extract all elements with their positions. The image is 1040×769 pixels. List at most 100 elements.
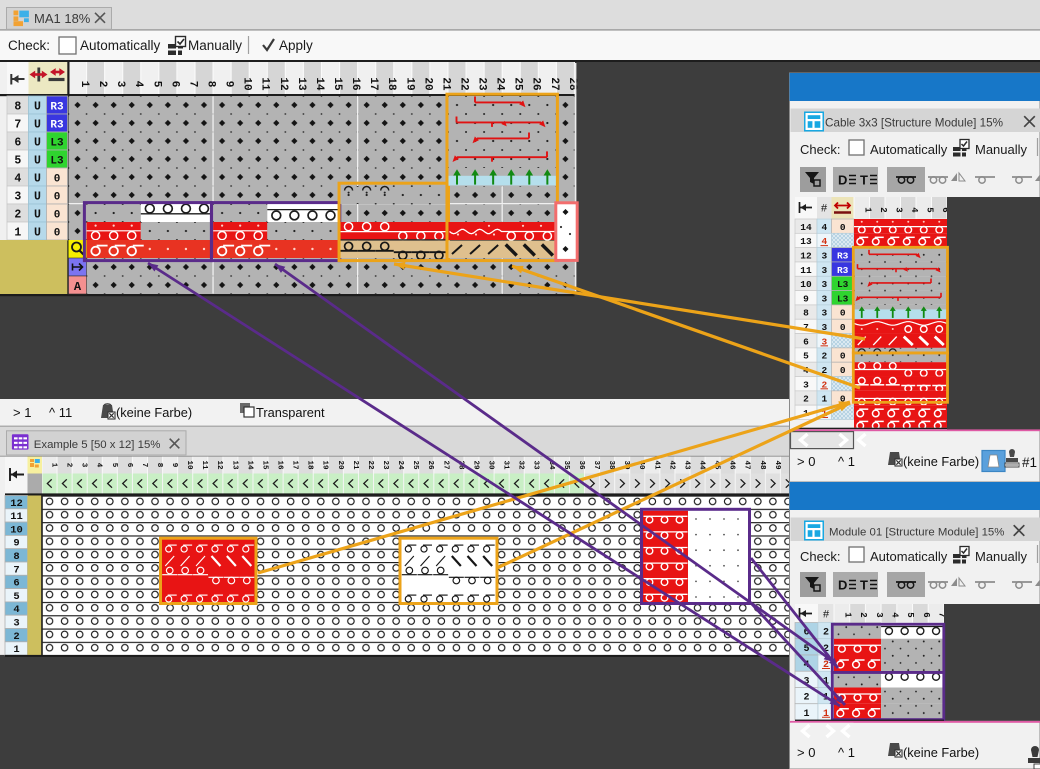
svg-text:U: U [34,209,41,222]
svg-text:^ 1: ^ 1 [838,454,855,469]
svg-text:2: 2 [858,612,868,617]
svg-text:3: 3 [14,191,21,204]
svg-text:8: 8 [13,551,19,563]
svg-text:Manually: Manually [975,142,1028,157]
svg-text:6: 6 [14,137,21,150]
svg-text:5: 5 [803,351,809,362]
svg-text:3: 3 [803,379,809,390]
svg-text:0: 0 [840,322,846,333]
svg-text:D: D [838,173,847,188]
svg-text:T: T [860,578,868,593]
svg-text:47: 47 [743,460,751,470]
svg-text:5: 5 [905,612,915,617]
svg-text:U: U [34,227,41,240]
svg-text:0: 0 [840,308,846,319]
svg-text:6: 6 [13,578,19,590]
svg-text:9: 9 [170,463,178,468]
svg-text:41: 41 [652,460,660,470]
svg-text:27: 27 [441,460,449,470]
svg-text:1: 1 [13,644,19,656]
svg-text:2: 2 [878,207,888,212]
svg-text:31: 31 [502,460,510,470]
svg-text:4: 4 [909,207,919,213]
svg-text:Manually: Manually [188,38,242,53]
svg-text:Check:: Check: [800,142,840,157]
svg-text:0: 0 [840,222,846,233]
svg-text:1: 1 [49,463,57,468]
svg-text:0: 0 [840,365,846,376]
svg-text:9: 9 [223,81,235,88]
svg-text:R3: R3 [837,250,849,261]
svg-text:21: 21 [351,460,359,470]
svg-text:T: T [860,173,868,188]
svg-text:11: 11 [10,511,23,523]
svg-text:36: 36 [577,460,585,470]
svg-text:0: 0 [54,210,61,222]
svg-text:Automatically: Automatically [870,142,948,157]
svg-text:2: 2 [803,693,809,704]
svg-text:1: 1 [78,81,90,88]
svg-text:Transparent: Transparent [256,405,325,420]
svg-text:R3: R3 [50,102,64,114]
svg-text:22: 22 [457,77,469,90]
svg-text:Check:: Check: [8,38,50,53]
svg-text:^ 11: ^ 11 [49,405,72,420]
svg-text:3: 3 [893,207,903,212]
svg-text:5: 5 [110,463,118,468]
svg-text:3: 3 [821,265,827,276]
svg-text:12: 12 [10,498,23,510]
svg-text:#: # [821,203,828,215]
svg-text:32: 32 [517,460,525,470]
svg-text:10: 10 [10,524,23,536]
svg-text:22: 22 [366,460,374,470]
svg-text:U: U [34,119,41,132]
svg-text:17: 17 [367,77,379,90]
svg-text:19: 19 [403,77,415,90]
svg-text:25: 25 [512,77,524,91]
svg-text:14: 14 [313,77,325,91]
svg-text:4: 4 [95,463,103,468]
svg-text:33: 33 [532,460,540,470]
svg-text:Example 5 [50 x 12] 15%: Example 5 [50 x 12] 15% [34,439,161,451]
svg-text:29: 29 [471,460,479,470]
svg-text:5: 5 [13,591,19,603]
svg-text:U: U [34,137,41,150]
svg-text:15: 15 [331,77,343,91]
svg-text:16: 16 [276,460,284,470]
svg-text:1: 1 [862,207,872,213]
svg-text:Module 01 [Structure Module] 1: Module 01 [Structure Module] 15% [829,527,1004,539]
svg-text:Automatically: Automatically [870,549,948,564]
svg-text:L3: L3 [50,138,64,150]
svg-text:19: 19 [321,460,329,470]
svg-text:9: 9 [803,293,809,304]
svg-text:6: 6 [168,81,180,88]
svg-text:(keine Farbe): (keine Farbe) [903,745,979,760]
svg-text:48: 48 [758,460,766,470]
svg-text:8: 8 [803,308,809,319]
svg-text:L3: L3 [50,156,64,168]
svg-text:43: 43 [682,460,690,470]
svg-text:7: 7 [13,564,19,576]
svg-text:> 1: > 1 [13,405,31,420]
svg-text:26: 26 [426,460,434,470]
svg-text:8: 8 [155,463,163,468]
svg-text:5: 5 [924,207,934,212]
svg-text:14: 14 [245,460,253,470]
svg-text:8: 8 [14,101,21,114]
svg-text:0: 0 [54,174,61,186]
svg-text:8: 8 [204,81,216,88]
svg-text:18: 18 [306,460,314,470]
svg-text:3: 3 [821,279,827,290]
svg-text:24: 24 [494,77,506,91]
svg-text:A: A [74,280,82,294]
svg-text:49: 49 [773,460,781,470]
svg-text:4: 4 [889,612,899,618]
svg-text:4: 4 [132,81,144,88]
svg-text:2: 2 [823,628,829,639]
svg-text:12: 12 [277,77,289,90]
svg-text:11: 11 [259,77,271,91]
svg-text:18: 18 [385,77,397,91]
svg-text:23: 23 [476,77,488,91]
svg-text:3: 3 [821,250,827,261]
svg-text:MA1 18%: MA1 18% [34,11,91,26]
